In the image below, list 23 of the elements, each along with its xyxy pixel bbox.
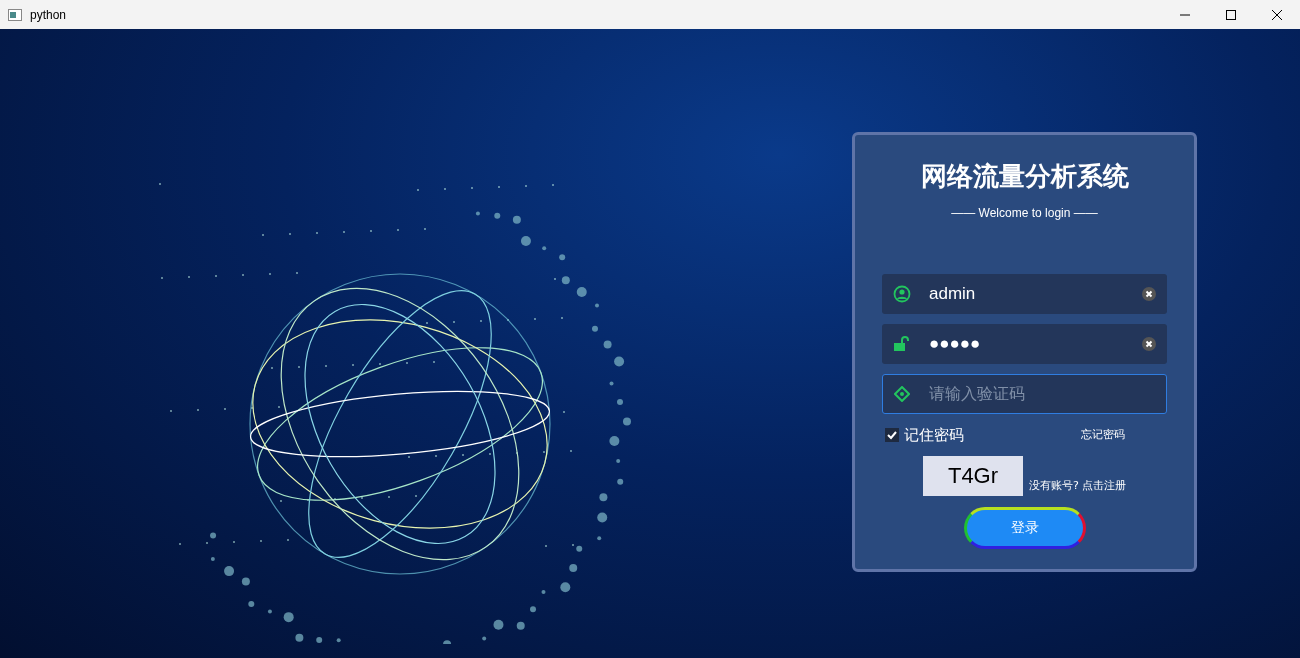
captcha-input[interactable]: 请输入验证码 — [929, 382, 1166, 406]
welcome-subtitle: —— Welcome to login —— — [951, 205, 1098, 222]
field-value: ●●●●● — [929, 333, 982, 356]
login-title: 网络流量分析系统 — [920, 160, 1129, 193]
captcha-image[interactable]: T4Gr — [923, 455, 1023, 496]
captcha-text: T4Gr — [947, 462, 999, 490]
input-field[interactable]: admin — [882, 274, 1167, 314]
forgot-password-link[interactable]: 忘记密码 — [1081, 427, 1125, 444]
input-field[interactable]: ●●●●● — [882, 324, 1167, 364]
clear-icon[interactable] — [1142, 337, 1156, 351]
input-field[interactable]: 请输入验证码 — [882, 374, 1167, 414]
shield-icon — [894, 386, 910, 402]
maximize-icon — [1226, 9, 1236, 20]
app-icon — [8, 8, 22, 21]
field-value: admin — [929, 283, 977, 306]
unlocked-padlock-icon — [893, 335, 911, 353]
remember-label: 记住密码 — [904, 425, 964, 446]
clear-icon[interactable] — [1142, 287, 1156, 301]
register-link[interactable]: 没有账号? 点击注册 — [1029, 478, 1127, 495]
window-title: python — [30, 6, 67, 24]
user-icon — [893, 285, 911, 303]
remember-checkbox[interactable] — [885, 428, 899, 443]
close-icon — [1272, 9, 1282, 20]
